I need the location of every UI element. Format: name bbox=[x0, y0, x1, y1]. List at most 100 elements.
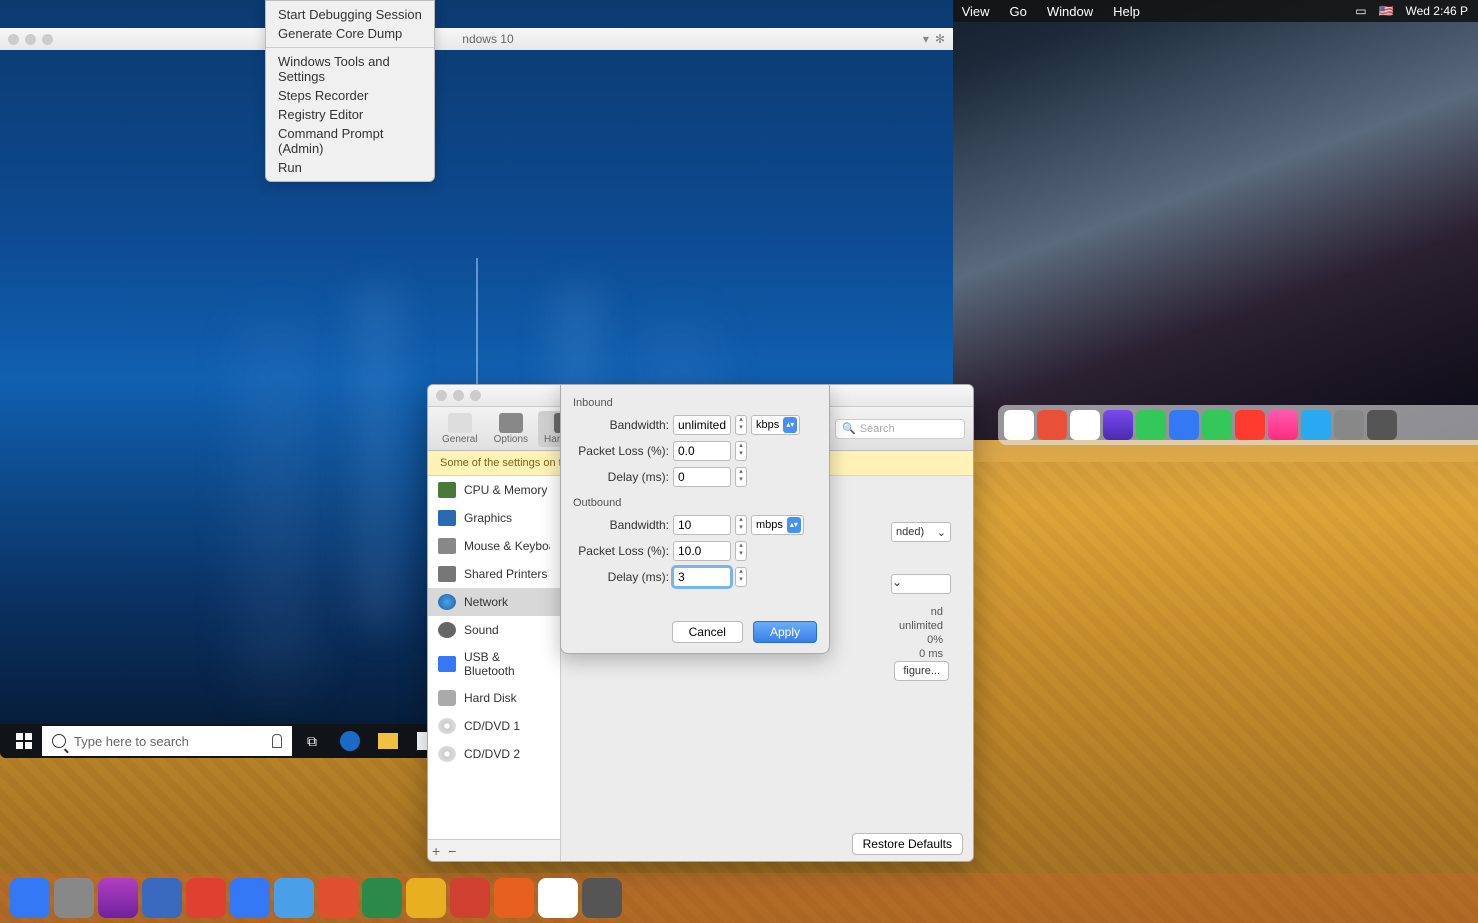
dock-icon-messages[interactable] bbox=[1202, 410, 1232, 440]
toolbar-search-field[interactable]: 🔍 Search bbox=[835, 419, 965, 439]
dock-icon[interactable] bbox=[98, 878, 138, 918]
dock-icon-settings[interactable] bbox=[1334, 410, 1364, 440]
configure-button[interactable]: figure... bbox=[894, 661, 949, 681]
sidebar-item-cd2[interactable]: CD/DVD 2 bbox=[428, 740, 560, 768]
dock-icon-generic[interactable] bbox=[1037, 410, 1067, 440]
taskbar-explorer-icon[interactable] bbox=[370, 726, 406, 756]
menu-help[interactable]: Help bbox=[1113, 4, 1140, 19]
inbound-bandwidth-input[interactable] bbox=[673, 415, 731, 435]
gear-icon[interactable]: ✻ bbox=[935, 32, 945, 46]
inbound-loss-text: 0% bbox=[927, 634, 943, 646]
dock-icon[interactable] bbox=[54, 878, 94, 918]
menu-registry-editor[interactable]: Registry Editor bbox=[266, 105, 434, 124]
sidebar-item-graphics[interactable]: Graphics bbox=[428, 504, 560, 532]
outbound-delay-input[interactable] bbox=[673, 567, 731, 587]
traffic-zoom-icon[interactable] bbox=[470, 390, 481, 401]
dock-icon-calendar[interactable] bbox=[1004, 410, 1034, 440]
traffic-close-icon[interactable] bbox=[436, 390, 447, 401]
inbound-bandwidth-unit[interactable]: kbps▴▾ bbox=[751, 415, 800, 435]
menu-view[interactable]: View bbox=[962, 4, 990, 19]
tab-options[interactable]: Options bbox=[488, 411, 534, 447]
dock-icon[interactable] bbox=[362, 878, 402, 918]
stepper[interactable]: ▴▾ bbox=[735, 441, 747, 461]
sidebar-item-cd1[interactable]: CD/DVD 1 bbox=[428, 712, 560, 740]
restore-defaults-button[interactable]: Restore Defaults bbox=[852, 833, 963, 855]
remove-button[interactable]: − bbox=[448, 843, 456, 859]
network-mode-dropdown[interactable]: nded)⌄ bbox=[891, 522, 951, 542]
outbound-section-label: Outbound bbox=[573, 497, 817, 509]
stepper[interactable]: ▴▾ bbox=[735, 467, 747, 487]
outbound-bandwidth-input[interactable] bbox=[673, 515, 731, 535]
flag-icon[interactable]: 🇺🇸 bbox=[1379, 4, 1394, 18]
menu-run[interactable]: Run bbox=[266, 158, 434, 177]
stepper[interactable]: ▴▾ bbox=[735, 567, 747, 587]
menubar-clock[interactable]: Wed 2:46 P bbox=[1406, 4, 1468, 18]
bottom-dock bbox=[0, 873, 1478, 923]
dock-icon-appstore[interactable] bbox=[1301, 410, 1331, 440]
dock-icon-safari[interactable] bbox=[1169, 410, 1199, 440]
sidebar-item-printers[interactable]: Shared Printers bbox=[428, 560, 560, 588]
dock-finder-icon[interactable] bbox=[10, 878, 50, 918]
menu-steps-recorder[interactable]: Steps Recorder bbox=[266, 86, 434, 105]
taskbar-edge-icon[interactable] bbox=[332, 726, 368, 756]
dock-parallels-icon[interactable] bbox=[186, 878, 226, 918]
dock-icon[interactable] bbox=[230, 878, 270, 918]
outbound-delay-label: Delay (ms): bbox=[573, 570, 669, 584]
dock-icon-generic2[interactable] bbox=[1367, 410, 1397, 440]
sidebar-item-disk[interactable]: Hard Disk bbox=[428, 684, 560, 712]
task-view-button[interactable]: ⧉ bbox=[294, 726, 330, 756]
dock-icon[interactable] bbox=[494, 878, 534, 918]
inbound-delay-input[interactable] bbox=[673, 467, 731, 487]
chevron-down-icon[interactable]: ▾ bbox=[923, 32, 929, 46]
dock-icon[interactable] bbox=[450, 878, 490, 918]
dock-icon-photos[interactable] bbox=[1070, 410, 1100, 440]
menu-command-prompt[interactable]: Command Prompt (Admin) bbox=[266, 124, 434, 158]
menu-start-debugging[interactable]: Start Debugging Session bbox=[266, 5, 434, 24]
traffic-close-icon[interactable] bbox=[8, 34, 19, 45]
debug-dropdown-menu: Start Debugging Session Generate Core Du… bbox=[265, 0, 435, 182]
cpu-icon bbox=[438, 482, 456, 498]
search-icon bbox=[52, 734, 66, 748]
outbound-bandwidth-unit[interactable]: mbps▴▾ bbox=[751, 515, 804, 535]
sidebar-item-sound[interactable]: Sound bbox=[428, 616, 560, 644]
stepper[interactable]: ▴▾ bbox=[735, 415, 747, 435]
cancel-button[interactable]: Cancel bbox=[672, 621, 743, 643]
add-button[interactable]: + bbox=[432, 843, 440, 859]
dock-icon[interactable] bbox=[318, 878, 358, 918]
vm-titlebar: ndows 10 ▾ ✻ bbox=[0, 28, 953, 50]
windows-start-button[interactable] bbox=[4, 726, 44, 756]
dock-icon[interactable] bbox=[538, 878, 578, 918]
dock-icon[interactable] bbox=[582, 878, 622, 918]
dock-icon-podcasts[interactable] bbox=[1103, 410, 1133, 440]
inbound-loss-input[interactable] bbox=[673, 441, 731, 461]
battery-icon[interactable]: ▭ bbox=[1355, 4, 1366, 18]
stepper[interactable]: ▴▾ bbox=[735, 515, 747, 535]
inbound-bandwidth-label: Bandwidth: bbox=[573, 418, 669, 432]
dock-icon[interactable] bbox=[406, 878, 446, 918]
dock-icon-music[interactable] bbox=[1268, 410, 1298, 440]
sidebar-item-network[interactable]: Network bbox=[428, 588, 560, 616]
sidebar-item-mouse[interactable]: Mouse & Keyboard bbox=[428, 532, 560, 560]
dock-icon[interactable] bbox=[274, 878, 314, 918]
menu-generate-core-dump[interactable]: Generate Core Dump bbox=[266, 24, 434, 43]
apply-button[interactable]: Apply bbox=[753, 621, 817, 643]
outbound-loss-input[interactable] bbox=[673, 541, 731, 561]
sidebar-item-usb[interactable]: USB & Bluetooth bbox=[428, 644, 560, 684]
menu-window[interactable]: Window bbox=[1047, 4, 1093, 19]
windows-search-box[interactable]: Type here to search bbox=[42, 726, 292, 756]
adapter-dropdown[interactable]: ⌄ bbox=[891, 574, 951, 594]
traffic-minimize-icon[interactable] bbox=[25, 34, 36, 45]
tab-general[interactable]: General bbox=[436, 411, 484, 447]
traffic-zoom-icon[interactable] bbox=[42, 34, 53, 45]
microphone-icon[interactable] bbox=[272, 734, 282, 748]
dock-icon-news[interactable] bbox=[1235, 410, 1265, 440]
traffic-minimize-icon[interactable] bbox=[453, 390, 464, 401]
outbound-loss-label: Packet Loss (%): bbox=[573, 544, 669, 558]
dock-icon[interactable] bbox=[142, 878, 182, 918]
sidebar-item-cpu[interactable]: CPU & Memory bbox=[428, 476, 560, 504]
menu-go[interactable]: Go bbox=[1010, 4, 1027, 19]
menu-windows-tools[interactable]: Windows Tools and Settings bbox=[266, 52, 434, 86]
inbound-delay-text: 0 ms bbox=[919, 648, 943, 660]
dock-icon-facetime[interactable] bbox=[1136, 410, 1166, 440]
stepper[interactable]: ▴▾ bbox=[735, 541, 747, 561]
